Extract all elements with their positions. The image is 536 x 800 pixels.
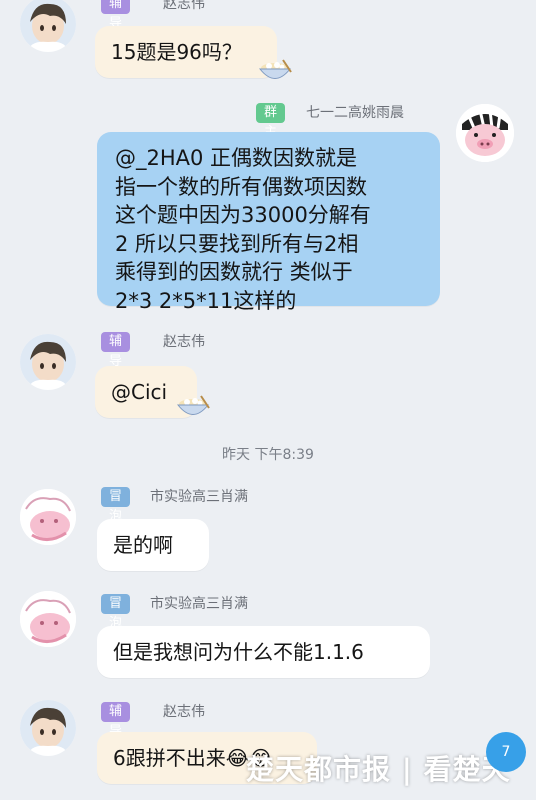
message-line: 2 所以只要找到所有与2相 — [115, 231, 359, 256]
rice-bowl-icon — [258, 59, 292, 79]
role-badge: 冒泡 — [101, 594, 131, 631]
message-line: @_2HA0 正偶数因数就是 — [115, 146, 358, 170]
message-bubble[interactable]: 是的啊 — [97, 519, 209, 571]
message-bubble[interactable]: @_2HA0 正偶数因数就是 指一个数的所有偶数项因数 这个题中因为33000分… — [97, 132, 440, 313]
pig-avatar-icon[interactable] — [456, 104, 514, 162]
pink-avatar-icon[interactable] — [20, 489, 76, 545]
sender-name: 七一二高姚雨晨 — [306, 105, 404, 121]
message-line: 乘得到的因数就行 类似于 — [115, 260, 353, 285]
message-line: 这个题中因为33000分解有 — [115, 203, 371, 228]
sender-name: 赵志伟 — [163, 704, 205, 720]
sender-name: 赵志伟 — [163, 0, 205, 12]
newspaper-watermark: 楚天都市报 | 看楚天 — [246, 753, 511, 786]
message-bubble[interactable]: 但是我想问为什么不能1.1.6 — [97, 626, 430, 678]
pink-avatar-icon[interactable] — [20, 591, 76, 647]
sender-name: 市实验高三肖满 — [150, 489, 248, 505]
role-badge: 冒泡 — [101, 487, 131, 524]
boy-avatar-icon[interactable] — [20, 700, 76, 756]
boy-avatar-icon[interactable] — [20, 0, 76, 52]
sender-name: 赵志伟 — [163, 334, 205, 350]
unread-count-button[interactable]: 7 — [486, 732, 526, 772]
message-line: 指一个数的所有偶数项因数 — [115, 174, 367, 199]
role-badge: 辅导员 — [101, 332, 131, 389]
message-line: 2*3 2*5*11这样的 — [115, 288, 297, 313]
boy-avatar-icon[interactable] — [20, 334, 76, 390]
message-bubble[interactable]: 15题是96吗？ — [95, 26, 277, 78]
role-badge: 辅导员 — [101, 702, 131, 759]
rice-bowl-icon — [176, 395, 210, 415]
role-badge: 辅导员 — [101, 0, 131, 51]
timestamp: 昨天 下午8:39 — [222, 447, 314, 463]
role-badge: 群主 — [256, 103, 286, 140]
sender-name: 市实验高三肖满 — [150, 596, 248, 612]
